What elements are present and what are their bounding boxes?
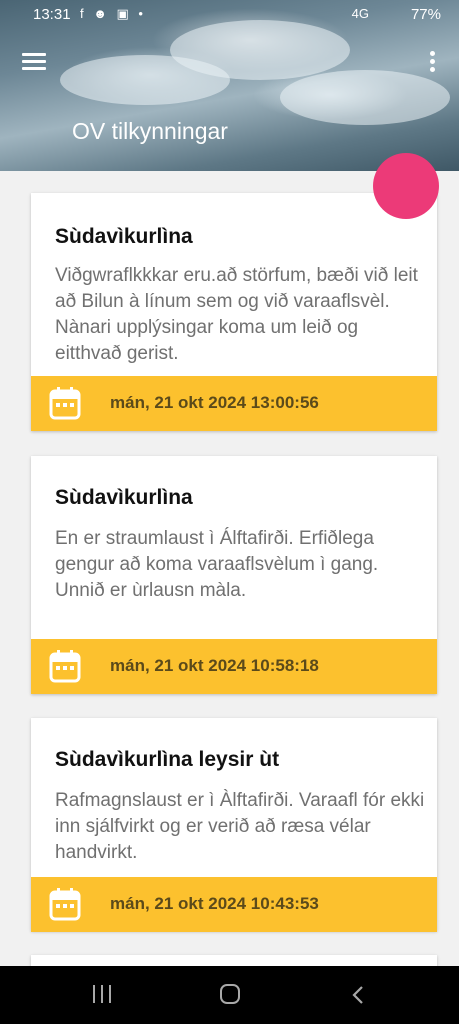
notification-body: En er straumlaust ì Álftafirði. Erfiðleg… bbox=[55, 528, 379, 601]
home-icon[interactable] bbox=[220, 984, 240, 1004]
notification-body: Viðgwraflkkkar eru.að störfum, bæði við … bbox=[55, 265, 418, 364]
page-title: OV tilkynningar bbox=[72, 118, 228, 144]
calendar-icon bbox=[49, 387, 81, 420]
notification-date: mán, 21 okt 2024 10:58:18 bbox=[110, 656, 319, 675]
battery-level: 77% bbox=[410, 6, 441, 23]
app-header: 13:31 f ☻ ▣ • 4G 77% OV tilkynningar bbox=[0, 0, 459, 171]
notification-card[interactable]: Sùdavìkurlìna leysir ùt Rafmagnslaust er… bbox=[31, 718, 437, 932]
system-navigation-bar bbox=[0, 966, 459, 1024]
calendar-icon bbox=[49, 888, 81, 921]
header-background-image bbox=[280, 70, 450, 125]
status-notification-icons: f ☻ ▣ • bbox=[80, 6, 146, 21]
hamburger-menu-icon[interactable] bbox=[20, 50, 48, 72]
status-time: 13:31 bbox=[33, 6, 71, 23]
status-bar: 13:31 f ☻ ▣ • 4G 77% bbox=[0, 0, 459, 30]
notification-date-bar: mán, 21 okt 2024 13:00:56 bbox=[31, 376, 437, 431]
notification-card[interactable]: Sùdavìkurlìna En er straumlaust ì Álftaf… bbox=[31, 456, 437, 694]
more-vert-icon[interactable] bbox=[424, 49, 440, 75]
back-icon[interactable] bbox=[350, 986, 368, 1004]
notification-card[interactable]: Sùdavìkurlìna Viðgwraflkkkar eru.að stör… bbox=[31, 193, 437, 431]
calendar-icon bbox=[49, 650, 81, 683]
recents-icon[interactable] bbox=[91, 985, 113, 1004]
notification-date-bar: mán, 21 okt 2024 10:43:53 bbox=[31, 877, 437, 932]
notification-date: mán, 21 okt 2024 10:43:53 bbox=[110, 894, 319, 913]
notification-title: Sùdavìkurlìna bbox=[55, 486, 193, 509]
header-background-image bbox=[60, 55, 230, 105]
notification-date: mán, 21 okt 2024 13:00:56 bbox=[110, 393, 319, 412]
floating-action-button[interactable] bbox=[373, 153, 439, 219]
notification-title: Sùdavìkurlìna leysir ùt bbox=[55, 748, 280, 771]
network-indicator: 4G bbox=[351, 6, 369, 21]
notification-date-bar: mán, 21 okt 2024 10:58:18 bbox=[31, 639, 437, 694]
notification-body: Rafmagnslaust er ì Àlftafirði. Varaafl f… bbox=[55, 790, 425, 863]
notification-title: Sùdavìkurlìna bbox=[55, 225, 193, 248]
